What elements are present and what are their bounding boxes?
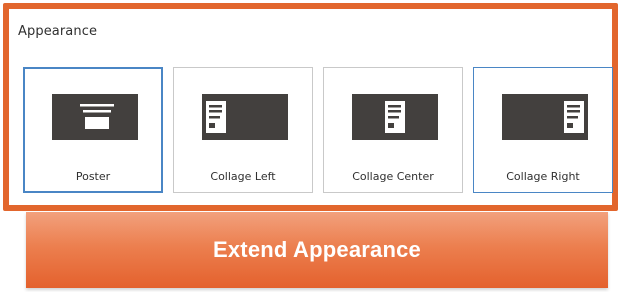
option-label: Collage Center	[352, 170, 434, 183]
collage-center-layout-icon	[352, 94, 438, 140]
option-collage-right[interactable]: Collage Right	[473, 67, 613, 193]
extend-appearance-button[interactable]: Extend Appearance	[26, 212, 608, 288]
appearance-options: Poster Collage Left Collage Center Colla…	[23, 67, 613, 195]
option-collage-center[interactable]: Collage Center	[323, 67, 463, 193]
poster-layout-icon	[52, 94, 138, 140]
collage-left-layout-icon	[202, 94, 288, 140]
panel-title: Appearance	[18, 24, 98, 39]
option-collage-left[interactable]: Collage Left	[173, 67, 313, 193]
option-label: Collage Right	[506, 170, 580, 183]
option-label: Poster	[75, 170, 111, 183]
collage-right-layout-icon	[502, 94, 588, 140]
extend-appearance-label: Extend Appearance	[213, 237, 421, 262]
option-label: Collage Left	[210, 170, 276, 183]
option-poster[interactable]: Poster	[23, 67, 163, 193]
appearance-panel: Appearance Poster Collage Left Collage C…	[3, 3, 618, 211]
stage: Appearance Poster Collage Left Collage C…	[0, 0, 621, 292]
